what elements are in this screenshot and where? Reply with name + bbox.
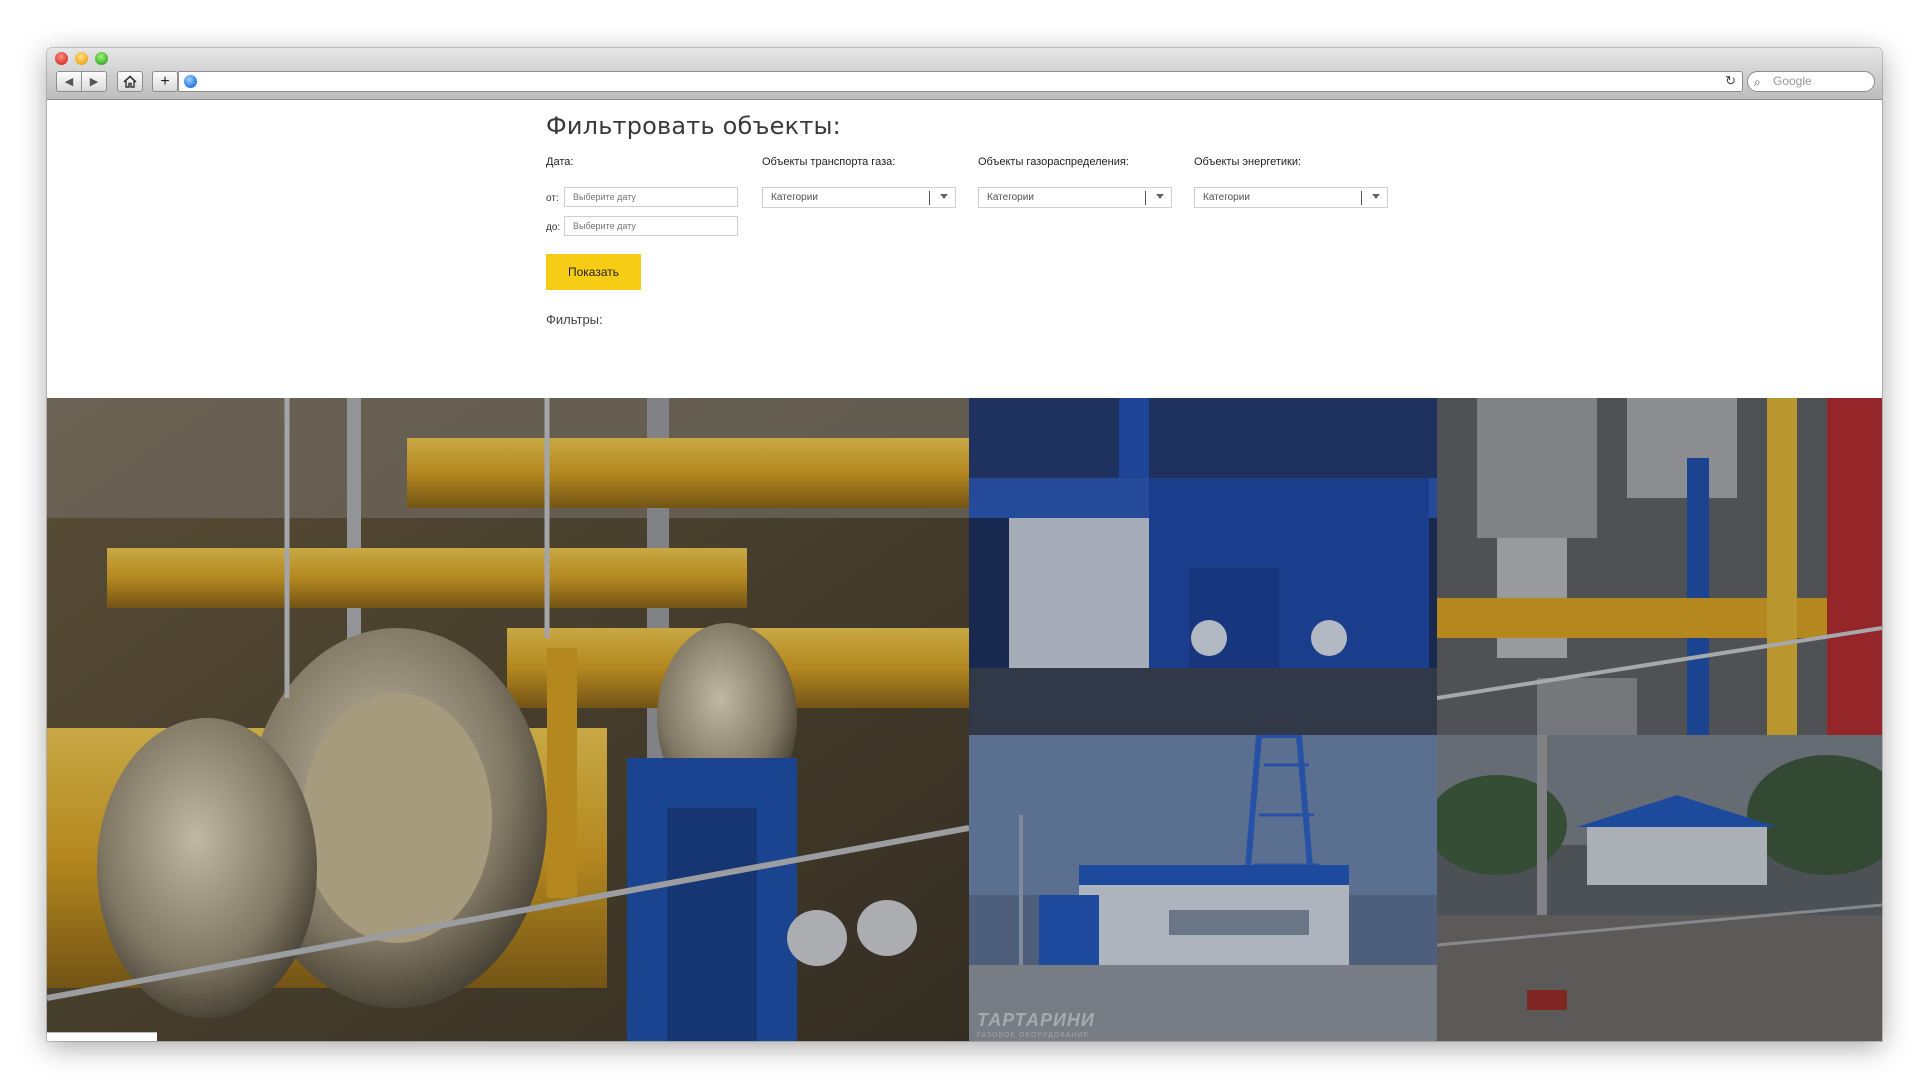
reload-icon[interactable]: ↻: [1725, 73, 1736, 89]
search-field[interactable]: ⌕ Google: [1747, 71, 1875, 92]
tile-overlay: [969, 735, 1437, 1041]
browser-toolbar: ◀ ▶ + ↻ ⌕ Google: [47, 48, 1882, 100]
gas-distribution-select[interactable]: Категории: [978, 187, 1172, 208]
gallery-tile-gas-facility[interactable]: ТАРТАРИНИ ГАЗОВОЕ ОБОРУДОВАНИЕ: [969, 735, 1437, 1041]
forward-button[interactable]: ▶: [81, 71, 107, 92]
home-button[interactable]: [117, 71, 143, 92]
gas-distribution-select-value: Категории: [987, 192, 1034, 203]
select-separator: [1361, 191, 1362, 205]
back-button[interactable]: ◀: [56, 71, 82, 92]
tile-overlay: [47, 398, 969, 1041]
gas-transport-label: Объекты транспорта газа:: [762, 156, 896, 168]
tartarini-watermark: ТАРТАРИНИ: [977, 1010, 1095, 1030]
gallery-tile-distribution-station[interactable]: [969, 398, 1437, 735]
active-filters-label: Фильтры:: [546, 312, 603, 327]
chevron-down-icon: [940, 194, 948, 199]
address-bar[interactable]: ↻: [178, 71, 1743, 92]
search-placeholder: Google: [1773, 74, 1812, 88]
forward-arrow-icon: ▶: [89, 76, 99, 88]
gas-transport-select-value: Категории: [771, 192, 818, 203]
gallery-tile-construction-site[interactable]: [1437, 735, 1882, 1041]
close-window-icon[interactable]: [55, 52, 68, 65]
back-arrow-icon: ◀: [64, 76, 74, 88]
energy-select-value: Категории: [1203, 192, 1250, 203]
select-separator: [1145, 191, 1146, 205]
show-button[interactable]: Показать: [546, 254, 641, 290]
tile-overlay: [969, 398, 1437, 735]
gallery-tile-pipeline-station[interactable]: [47, 398, 969, 1041]
home-icon: [123, 75, 137, 88]
date-to-input[interactable]: [564, 216, 738, 236]
chevron-down-icon: [1156, 194, 1164, 199]
date-from-input[interactable]: [564, 187, 738, 207]
search-icon: ⌕: [1754, 75, 1761, 89]
tartarini-watermark-subtitle: ГАЗОВОЕ ОБОРУДОВАНИЕ: [977, 1032, 1090, 1039]
gas-transport-select[interactable]: Категории: [762, 187, 956, 208]
select-separator: [929, 191, 930, 205]
tile-overlay: [1437, 735, 1882, 1041]
date-from-label: от:: [546, 193, 559, 204]
energy-label: Объекты энергетики:: [1194, 156, 1302, 168]
energy-select[interactable]: Категории: [1194, 187, 1388, 208]
screen: ◀ ▶ + ↻ ⌕ Google Фильтровать объекты: Да…: [0, 0, 1920, 1083]
chevron-down-icon: [1372, 194, 1380, 199]
date-to-label: до:: [546, 222, 561, 233]
page-content: Фильтровать объекты: Дата: от: до: Объек…: [47, 100, 1882, 1041]
new-tab-button[interactable]: +: [152, 71, 178, 92]
minimize-window-icon[interactable]: [75, 52, 88, 65]
gas-distribution-label: Объекты газораспределения:: [978, 156, 1129, 168]
page-title: Фильтровать объекты:: [546, 112, 841, 140]
browser-window: ◀ ▶ + ↻ ⌕ Google Фильтровать объекты: Да…: [47, 48, 1882, 1041]
horizontal-scrollbar[interactable]: [47, 1032, 157, 1041]
tile-overlay: [1437, 398, 1882, 735]
date-label: Дата:: [546, 156, 574, 168]
zoom-window-icon[interactable]: [95, 52, 108, 65]
globe-icon: [184, 75, 197, 88]
plus-icon: +: [160, 72, 170, 90]
gallery-tile-regulator-equipment[interactable]: [1437, 398, 1882, 735]
object-gallery: ТАРТАРИНИ ГАЗОВОЕ ОБОРУДОВАНИЕ: [47, 398, 1882, 1041]
